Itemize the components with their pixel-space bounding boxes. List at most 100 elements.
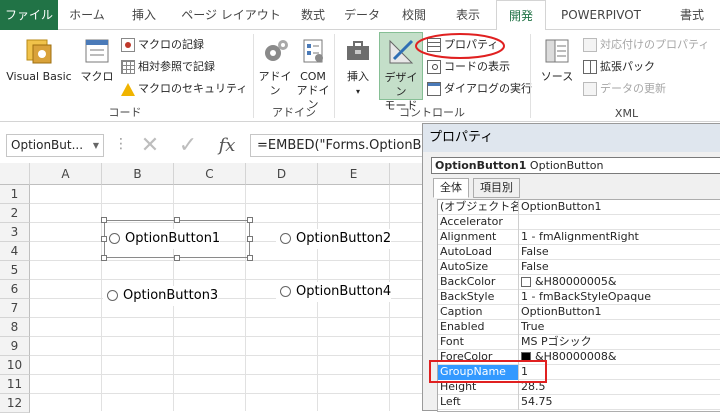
column-header[interactable]: B <box>102 163 174 185</box>
property-value[interactable] <box>521 215 720 230</box>
property-row[interactable]: BackStyle 1 - fmBackStyleOpaque <box>438 290 720 305</box>
color-swatch-icon <box>521 277 531 287</box>
property-row[interactable]: Left 54.75 <box>438 395 720 410</box>
property-value[interactable]: True <box>521 320 720 335</box>
resize-handle[interactable] <box>101 255 107 261</box>
property-value[interactable]: OptionButton1 <box>521 305 720 320</box>
property-row[interactable]: AutoSize False <box>438 260 720 275</box>
property-value[interactable]: 1 <box>521 365 720 380</box>
properties-icon <box>427 38 441 52</box>
resize-handle[interactable] <box>101 217 107 223</box>
resize-handle[interactable] <box>247 236 253 242</box>
property-row[interactable]: Enabled True <box>438 320 720 335</box>
column-header[interactable]: C <box>174 163 246 185</box>
property-value[interactable]: MS Pゴシック <box>521 335 720 350</box>
option-button-4-label: OptionButton4 <box>296 284 392 299</box>
run-dialog-button[interactable]: ダイアログの実行 <box>427 79 532 99</box>
row-header[interactable]: 4 <box>0 242 30 261</box>
row-header[interactable]: 5 <box>0 261 30 280</box>
macro-button[interactable]: マクロ <box>78 36 116 84</box>
resize-handle[interactable] <box>174 217 180 223</box>
insert-control-button[interactable]: 挿入 ▾ <box>339 36 377 99</box>
resize-handle[interactable] <box>247 217 253 223</box>
tab-data[interactable]: データ <box>340 0 384 30</box>
property-value-text: &H80000008& <box>535 350 617 363</box>
property-value[interactable]: 1 - fmAlignmentRight <box>521 230 720 245</box>
property-row[interactable]: (オブジェクト名) OptionButton1 <box>438 200 720 215</box>
row-header[interactable]: 2 <box>0 204 30 223</box>
row-header[interactable]: 1 <box>0 185 30 204</box>
cancel-icon[interactable]: ✕ <box>136 131 164 161</box>
property-value[interactable]: OptionButton1 <box>521 200 720 215</box>
row-header[interactable]: 3 <box>0 223 30 242</box>
column-header[interactable]: E <box>318 163 390 185</box>
tab-file[interactable]: ファイル <box>0 0 58 30</box>
properties-button[interactable]: プロパティ <box>427 35 498 55</box>
tab-format[interactable]: 書式 <box>670 0 714 30</box>
property-value[interactable]: False <box>521 260 720 275</box>
option-button-3[interactable]: OptionButton3 <box>103 286 219 306</box>
property-row[interactable]: Accelerator <box>438 215 720 230</box>
enter-icon[interactable]: ✓ <box>174 131 202 161</box>
properties-window-title[interactable]: プロパティ <box>423 124 720 152</box>
option-button-1[interactable]: OptionButton1 <box>105 229 221 249</box>
name-box[interactable]: OptionBut... ▼ <box>6 134 104 157</box>
property-row[interactable]: Alignment 1 - fmAlignmentRight <box>438 230 720 245</box>
property-row[interactable]: AutoLoad False <box>438 245 720 260</box>
tab-home[interactable]: ホーム <box>62 0 112 30</box>
property-row[interactable]: BackColor &H80000005& <box>438 275 720 290</box>
view-code-button[interactable]: コードの表示 <box>427 57 510 77</box>
design-mode-button[interactable]: デザイン モード <box>379 32 423 112</box>
tab-powerpivot[interactable]: POWERPIVOT <box>556 0 646 30</box>
property-row[interactable]: Font MS Pゴシック <box>438 335 720 350</box>
map-properties-button[interactable]: 対応付けのプロパティ <box>583 35 709 55</box>
tab-view[interactable]: 表示 <box>446 0 490 30</box>
property-value[interactable]: False <box>521 245 720 260</box>
column-header[interactable]: D <box>246 163 318 185</box>
tab-developer[interactable]: 開発 <box>496 0 546 31</box>
property-value[interactable]: 1 - fmBackStyleOpaque <box>521 290 720 305</box>
expansion-pack-button[interactable]: 拡張パック <box>583 57 655 77</box>
record-macro-button[interactable]: マクロの記録 <box>121 35 204 55</box>
column-header[interactable]: A <box>30 163 102 185</box>
com-addin-button[interactable]: COM アドイン <box>294 36 332 112</box>
property-name: Font <box>438 335 519 350</box>
resize-handle[interactable] <box>101 236 107 242</box>
relative-reference-button[interactable]: 相対参照で記録 <box>121 57 215 77</box>
row-header[interactable]: 6 <box>0 280 30 299</box>
object-selector[interactable]: OptionButton1 OptionButton <box>431 157 720 174</box>
row-header[interactable]: 7 <box>0 299 30 318</box>
property-value[interactable]: &H80000008& <box>521 350 720 365</box>
property-row[interactable]: Caption OptionButton1 <box>438 305 720 320</box>
map-properties-label: 対応付けのプロパティ <box>600 38 710 51</box>
resize-handle[interactable] <box>247 255 253 261</box>
select-all-corner[interactable] <box>0 163 30 185</box>
tab-review[interactable]: 校閲 <box>394 0 434 30</box>
refresh-data-button[interactable]: データの更新 <box>583 79 666 99</box>
option-button-4[interactable]: OptionButton4 <box>276 282 392 302</box>
tab-formulas[interactable]: 数式 <box>293 0 333 30</box>
macro-security-button[interactable]: マクロのセキュリティ <box>121 79 247 99</box>
property-value[interactable]: 28.5 <box>521 380 720 395</box>
group-xml: ソース 対応付けのプロパティ 拡張パック データの更新 XML <box>533 30 720 122</box>
addin-button[interactable]: アドイン <box>256 36 294 98</box>
row-header[interactable]: 9 <box>0 337 30 356</box>
row-header[interactable]: 12 <box>0 394 30 413</box>
xml-source-icon <box>545 39 569 63</box>
tab-page-layout[interactable]: ページ レイアウト <box>176 0 286 30</box>
row-header[interactable]: 8 <box>0 318 30 337</box>
xml-source-button[interactable]: ソース <box>537 36 577 84</box>
tab-alphabetic[interactable]: 全体 <box>433 178 469 198</box>
resize-handle[interactable] <box>174 255 180 261</box>
property-value[interactable]: 54.75 <box>521 395 720 410</box>
property-value[interactable]: &H80000005& <box>521 275 720 290</box>
insert-function-icon[interactable]: fx <box>212 133 242 159</box>
visual-basic-button[interactable]: Visual Basic <box>4 36 74 84</box>
row-header[interactable]: 11 <box>0 375 30 394</box>
row-header[interactable]: 10 <box>0 356 30 375</box>
tab-categorized[interactable]: 項目別 <box>473 178 520 198</box>
expansion-pack-icon <box>583 60 597 74</box>
option-button-2[interactable]: OptionButton2 <box>276 229 392 249</box>
record-macro-icon <box>121 38 135 52</box>
tab-insert[interactable]: 挿入 <box>120 0 168 30</box>
